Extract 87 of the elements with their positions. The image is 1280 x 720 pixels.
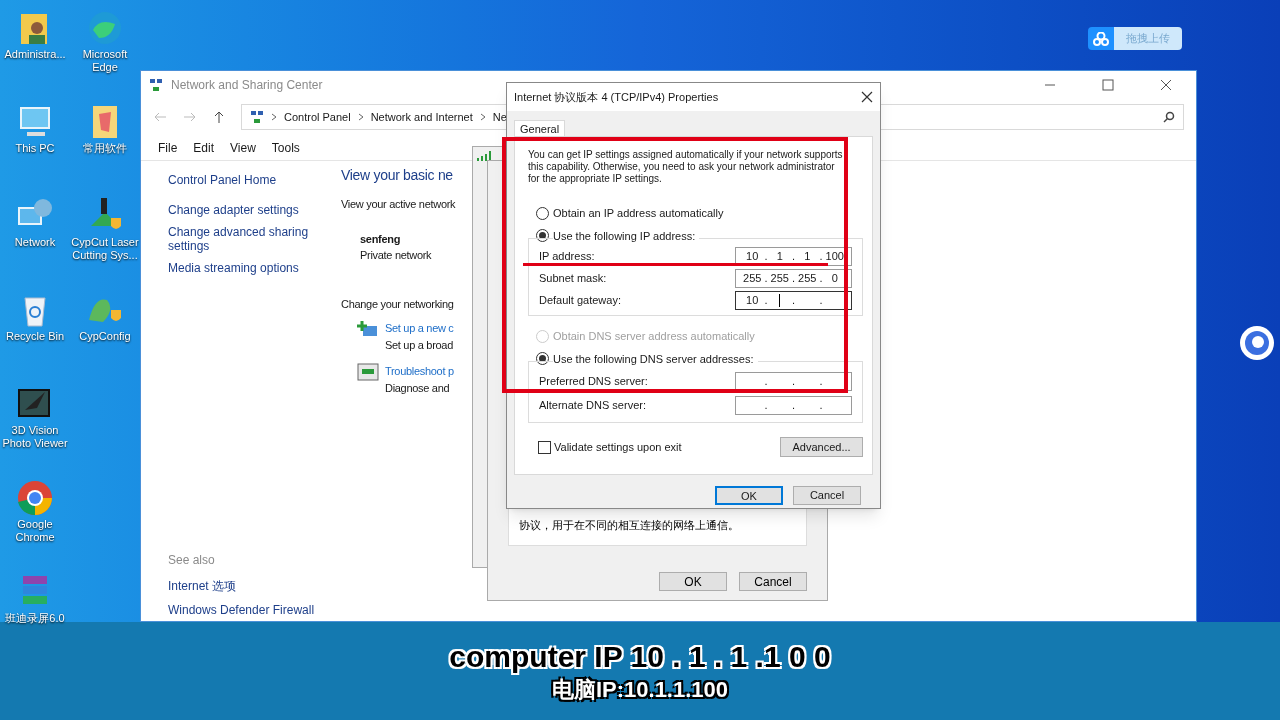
search-icon[interactable] bbox=[1163, 111, 1175, 123]
sidebar-link[interactable]: Control Panel Home bbox=[168, 171, 341, 189]
octet-text: 1 bbox=[776, 248, 783, 264]
octet-text: 10 bbox=[746, 292, 759, 308]
octet-text: 255 bbox=[743, 270, 762, 286]
sidebar-link[interactable]: Change adapter settings bbox=[168, 203, 318, 217]
dot-separator: . bbox=[764, 397, 768, 413]
see-also-link[interactable]: Internet 选项 bbox=[168, 577, 341, 595]
dot-separator: . bbox=[791, 248, 796, 264]
octet-text: 10 bbox=[746, 248, 759, 264]
field-label: Subnet mask: bbox=[539, 270, 607, 286]
ip-address-field[interactable]: 10 . . . bbox=[735, 290, 852, 310]
window-title: Network and Sharing Center bbox=[171, 77, 323, 94]
advanced-button[interactable]: Advanced... bbox=[780, 437, 863, 457]
dot-separator: . bbox=[764, 373, 768, 389]
octet-text: 255 bbox=[770, 270, 789, 286]
ip-address-field[interactable]: . . . bbox=[735, 395, 852, 415]
dot-separator: . bbox=[764, 248, 768, 264]
checkbox[interactable] bbox=[538, 440, 551, 454]
network-icon bbox=[250, 110, 264, 124]
task-description: Set up a broad bbox=[385, 337, 454, 353]
tab[interactable]: General bbox=[514, 120, 566, 136]
menu-item[interactable]: File bbox=[158, 138, 178, 157]
dialog-button[interactable]: OK bbox=[659, 572, 727, 591]
cloud-icon[interactable] bbox=[1088, 27, 1114, 50]
dialog-title: Internet 协议版本 4 (TCP/IPv4) Properties bbox=[514, 89, 719, 105]
chevron-icon bbox=[479, 113, 486, 121]
close-icon[interactable] bbox=[861, 91, 873, 103]
chrome-ball-icon bbox=[15, 478, 55, 518]
sidebar-link[interactable]: Change advanced sharing settings bbox=[168, 225, 318, 253]
checkbox-label: Validate settings upon exit bbox=[554, 439, 682, 455]
dot-separator: . bbox=[819, 373, 823, 389]
monitor-tool-icon bbox=[357, 363, 379, 383]
ip-address-field[interactable]: 255 . 255 . 255 . 0 bbox=[735, 268, 852, 288]
see-also-link[interactable]: Windows Defender Firewall bbox=[168, 601, 341, 619]
octet-text: 255 bbox=[798, 270, 817, 286]
breadcrumb-item[interactable]: Ne bbox=[492, 108, 507, 126]
network-name: senfeng bbox=[360, 231, 402, 247]
caption-text: computer IP 10 . 1 . 1 .1 0 0 bbox=[449, 639, 831, 675]
dot-separator: . bbox=[819, 270, 823, 286]
task-link[interactable]: Troubleshoot p bbox=[385, 363, 454, 380]
close-icon[interactable] bbox=[1160, 79, 1172, 91]
radio-button[interactable] bbox=[536, 229, 549, 243]
dot-separator: . bbox=[819, 248, 823, 264]
dialog-button[interactable]: OK bbox=[715, 486, 783, 505]
intro-text: You can get IP settings assigned automatically if your network supports this capability. Otherwise, you need to ask your network administrator for the appropriate IP settings. bbox=[528, 149, 844, 185]
dot-separator: . bbox=[791, 292, 796, 308]
octet-text: 1 bbox=[804, 248, 811, 264]
breadcrumb-item[interactable]: Control Panel bbox=[284, 108, 351, 126]
dot-separator: . bbox=[819, 397, 823, 413]
dot-separator: . bbox=[819, 292, 823, 308]
radio-button[interactable] bbox=[536, 352, 549, 366]
dot-separator: . bbox=[764, 292, 768, 308]
field-label: IP address: bbox=[539, 248, 595, 264]
dot-separator: . bbox=[764, 270, 768, 286]
breadcrumb-item[interactable]: Network and Internet bbox=[370, 108, 473, 126]
radio-button[interactable] bbox=[536, 206, 549, 220]
section-text: Change your networking bbox=[341, 296, 455, 312]
sidebar-link[interactable]: Media streaming options bbox=[168, 261, 318, 275]
section-text: View your active network bbox=[341, 197, 457, 212]
menu-item[interactable]: View bbox=[230, 138, 256, 157]
octet-text: 0 bbox=[831, 270, 838, 286]
up-arrow-icon[interactable] bbox=[213, 110, 225, 124]
menu-item[interactable]: Tools bbox=[271, 138, 300, 157]
menu-item[interactable]: Edit bbox=[193, 138, 215, 157]
field-label: Default gateway: bbox=[539, 292, 621, 308]
octet-text: 100 bbox=[825, 248, 844, 264]
field-label: Alternate DNS server: bbox=[539, 397, 646, 413]
page-heading: View your basic ne bbox=[341, 166, 454, 185]
see-also-heading: See also bbox=[168, 552, 216, 569]
description-text: 协议，用于在不同的相互连接的网络上通信。 bbox=[519, 517, 739, 533]
maximize-icon[interactable] bbox=[1102, 79, 1114, 91]
dot-separator: . bbox=[791, 270, 796, 286]
dot-separator: . bbox=[791, 397, 796, 413]
signal-bars-icon bbox=[477, 151, 491, 161]
task-description: Diagnose and bbox=[385, 380, 451, 396]
chevron-icon bbox=[271, 113, 277, 121]
network-icon bbox=[149, 78, 163, 92]
network-type: Private network bbox=[360, 248, 433, 263]
dialog-button[interactable]: Cancel bbox=[739, 572, 807, 591]
chevron-icon bbox=[357, 113, 364, 121]
dialog-button[interactable]: Cancel bbox=[793, 486, 861, 505]
dot-separator: . bbox=[791, 373, 796, 389]
floating-ball-icon[interactable] bbox=[1239, 325, 1275, 361]
task-link[interactable]: Set up a new c bbox=[385, 320, 454, 337]
field-label: Preferred DNS server: bbox=[539, 373, 648, 389]
caption-text: 电脑IP:10.1.1.100 bbox=[551, 677, 729, 703]
